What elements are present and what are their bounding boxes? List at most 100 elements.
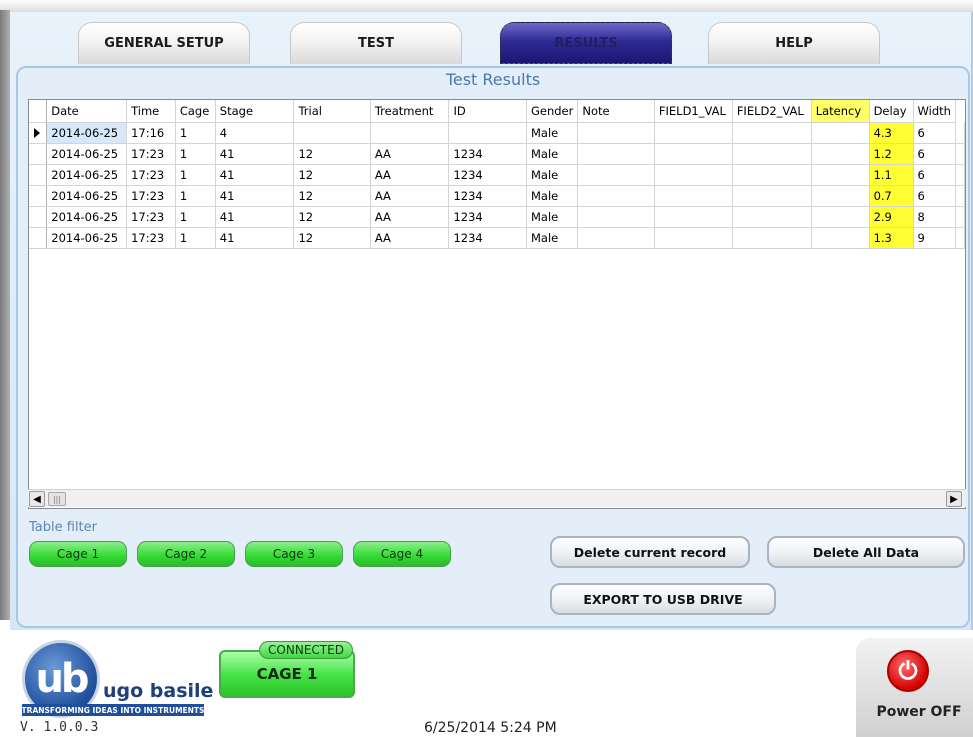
table-cell[interactable]: 2014-06-25 xyxy=(46,206,128,228)
table-cell[interactable]: 17:16 xyxy=(126,122,176,144)
table-cell[interactable]: 1234 xyxy=(448,185,527,207)
table-cell[interactable] xyxy=(654,164,733,186)
table-cell[interactable] xyxy=(732,122,812,144)
table-row[interactable]: 2014-06-25 17:23 1 41 12 AA 1234 Male 0.7 6 xyxy=(29,185,965,207)
row-header[interactable] xyxy=(29,227,48,249)
column-header[interactable]: Cage xyxy=(175,100,216,123)
table-cell[interactable] xyxy=(577,143,655,165)
column-header[interactable]: ID xyxy=(448,100,527,123)
table-cell[interactable] xyxy=(732,164,812,186)
table-row[interactable]: 2014-06-25 17:23 1 41 12 AA 1234 Male 1.2 6 xyxy=(29,143,965,165)
table-cell[interactable] xyxy=(577,122,655,144)
results-grid[interactable]: Date Time Cage Stage Trial Treatment ID … xyxy=(28,99,966,509)
table-cell[interactable]: 6 xyxy=(913,122,956,144)
row-header[interactable] xyxy=(29,164,48,186)
table-cell[interactable]: 1.1 xyxy=(869,164,914,186)
table-cell[interactable] xyxy=(370,122,450,144)
table-cell[interactable] xyxy=(732,206,812,228)
table-cell[interactable]: 17:23 xyxy=(126,185,176,207)
table-cell[interactable] xyxy=(293,122,371,144)
table-cell[interactable]: 8 xyxy=(913,206,956,228)
table-row[interactable]: 2014-06-25 17:16 1 4 Male 4.3 6 xyxy=(29,122,965,144)
column-header[interactable]: Time xyxy=(126,100,176,123)
table-cell[interactable]: 41 xyxy=(215,185,295,207)
column-header[interactable]: Gender xyxy=(526,100,579,123)
scroll-thumb[interactable]: ||| xyxy=(48,492,66,506)
table-cell[interactable]: 17:23 xyxy=(126,143,176,165)
table-cell[interactable]: 2014-06-25 xyxy=(46,143,128,165)
column-header[interactable]: Delay xyxy=(869,100,914,123)
table-cell[interactable] xyxy=(654,227,733,249)
table-cell[interactable] xyxy=(577,185,655,207)
tab-general-setup[interactable]: GENERAL SETUP xyxy=(78,22,250,64)
table-cell[interactable]: 12 xyxy=(293,206,371,228)
table-cell[interactable]: 2014-06-25 xyxy=(46,227,128,249)
table-cell[interactable]: 1234 xyxy=(448,143,527,165)
filter-cage-2-button[interactable]: Cage 2 xyxy=(137,541,235,567)
table-cell[interactable] xyxy=(732,185,812,207)
table-cell[interactable]: 1234 xyxy=(448,227,527,249)
table-cell[interactable]: 1 xyxy=(175,143,216,165)
table-cell[interactable] xyxy=(811,206,870,228)
table-cell[interactable]: 6 xyxy=(913,143,956,165)
table-cell[interactable]: 2.9 xyxy=(869,206,914,228)
table-cell[interactable] xyxy=(654,206,733,228)
table-cell[interactable]: 1234 xyxy=(448,206,527,228)
table-cell[interactable]: 41 xyxy=(215,227,295,249)
column-header[interactable]: Date xyxy=(46,100,128,123)
table-cell[interactable]: 12 xyxy=(293,164,371,186)
table-cell[interactable]: 1 xyxy=(175,164,216,186)
table-cell[interactable]: 1 xyxy=(175,227,216,249)
table-cell[interactable]: 12 xyxy=(293,185,371,207)
table-cell[interactable]: Male xyxy=(526,227,579,249)
table-cell[interactable]: Male xyxy=(526,206,579,228)
table-cell[interactable]: 1 xyxy=(175,206,216,228)
table-cell[interactable]: 17:23 xyxy=(126,206,176,228)
table-cell[interactable] xyxy=(811,143,870,165)
filter-cage-1-button[interactable]: Cage 1 xyxy=(29,541,127,567)
table-cell[interactable] xyxy=(811,122,870,144)
table-cell[interactable]: 41 xyxy=(215,206,295,228)
table-row[interactable]: 2014-06-25 17:23 1 41 12 AA 1234 Male 1.1 6 xyxy=(29,164,965,186)
column-header[interactable]: FIELD1_VAL xyxy=(654,100,733,123)
column-header[interactable]: Width xyxy=(913,100,956,123)
row-header[interactable] xyxy=(29,185,48,207)
row-header[interactable] xyxy=(29,122,48,144)
table-cell[interactable]: 4.3 xyxy=(869,122,914,144)
column-header[interactable]: Treatment xyxy=(370,100,450,123)
table-cell[interactable]: 41 xyxy=(215,164,295,186)
row-header[interactable] xyxy=(29,206,48,228)
table-cell[interactable]: 1234 xyxy=(448,164,527,186)
table-cell[interactable]: 6 xyxy=(913,164,956,186)
table-cell[interactable] xyxy=(654,143,733,165)
table-cell[interactable] xyxy=(811,164,870,186)
table-cell[interactable] xyxy=(577,227,655,249)
export-usb-button[interactable]: EXPORT TO USB DRIVE xyxy=(550,583,776,615)
column-header[interactable]: Latency xyxy=(811,100,870,123)
column-header[interactable]: Stage xyxy=(215,100,295,123)
table-cell[interactable] xyxy=(654,185,733,207)
table-cell[interactable]: 9 xyxy=(913,227,956,249)
delete-current-record-button[interactable]: Delete current record xyxy=(550,536,750,568)
table-row[interactable]: 2014-06-25 17:23 1 41 12 AA 1234 Male 2.9 8 xyxy=(29,206,965,228)
table-cell[interactable]: 12 xyxy=(293,143,371,165)
table-cell[interactable]: 0.7 xyxy=(869,185,914,207)
table-cell[interactable] xyxy=(811,185,870,207)
delete-all-data-button[interactable]: Delete All Data xyxy=(767,536,965,568)
table-cell[interactable]: Male xyxy=(526,164,579,186)
table-cell[interactable]: AA xyxy=(370,227,450,249)
table-cell[interactable]: 1 xyxy=(175,185,216,207)
table-cell[interactable]: AA xyxy=(370,143,450,165)
table-cell[interactable]: 1.2 xyxy=(869,143,914,165)
table-cell[interactable]: 4 xyxy=(215,122,295,144)
table-cell[interactable]: Male xyxy=(526,143,579,165)
column-header[interactable]: FIELD2_VAL xyxy=(732,100,812,123)
table-cell[interactable]: 2014-06-25 xyxy=(46,185,128,207)
table-cell[interactable]: 17:23 xyxy=(126,164,176,186)
scroll-right-icon[interactable]: ▶ xyxy=(946,491,962,507)
column-header[interactable]: Trial xyxy=(293,100,371,123)
table-cell[interactable]: Male xyxy=(526,185,579,207)
table-cell[interactable]: 2014-06-25 xyxy=(46,122,128,144)
table-cell[interactable] xyxy=(577,206,655,228)
table-cell[interactable]: 1 xyxy=(175,122,216,144)
